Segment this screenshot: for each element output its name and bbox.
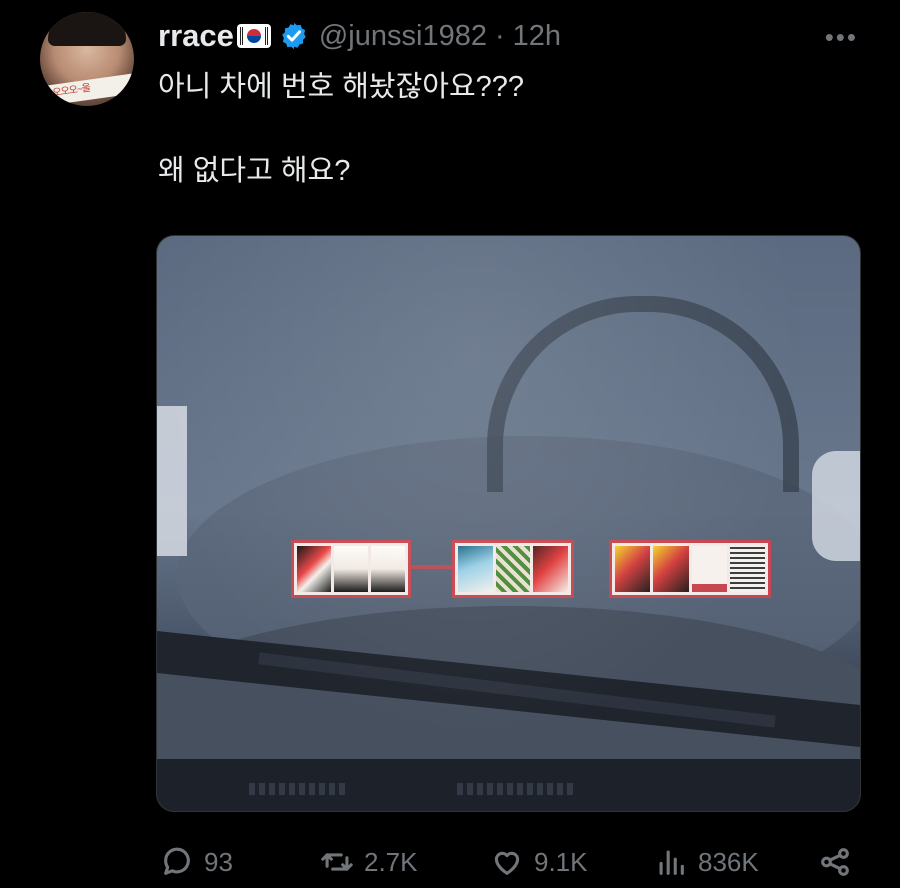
heart-icon <box>494 851 520 875</box>
tweet-photo[interactable] <box>156 235 861 812</box>
photo-glass-reflection <box>157 236 860 811</box>
share-icon <box>821 848 849 876</box>
reply-count: 93 <box>204 846 233 877</box>
share-button[interactable] <box>818 842 852 882</box>
tweet-header: rrace @junssi1982 · 12h <box>158 16 561 56</box>
avatar[interactable]: 오오오오~올 <box>40 12 134 106</box>
like-count: 9.1K <box>534 846 588 877</box>
tweet-line-1: 아니 차에 번호 해놨잖아요??? <box>158 71 525 103</box>
tweet-text: 아니 차에 번호 해놨잖아요??? 왜 없다고 해요? <box>158 66 858 192</box>
tweet-timestamp[interactable]: 12h <box>513 20 561 53</box>
avatar-hair <box>48 12 126 46</box>
views-count: 836K <box>698 846 759 877</box>
korea-flag-icon <box>236 24 271 48</box>
tweet-line-2: 왜 없다고 해요? <box>158 155 351 187</box>
more-options-icon[interactable]: ••• <box>825 22 858 53</box>
user-handle[interactable]: @junssi1982 <box>319 20 487 53</box>
retweet-icon <box>321 853 353 871</box>
reply-button[interactable]: 93 <box>160 842 233 882</box>
verified-badge-icon <box>282 22 306 50</box>
tweet-line-gap <box>158 108 858 150</box>
retweet-button[interactable]: 2.7K <box>320 842 418 882</box>
user-display-name[interactable]: rrace <box>158 18 234 54</box>
reply-icon <box>164 847 190 875</box>
header-separator: · <box>494 19 505 52</box>
action-bar: 93 2.7K 9.1K 836K <box>158 842 858 882</box>
views-icon <box>659 850 684 875</box>
views-button[interactable]: 836K <box>654 842 759 882</box>
like-button[interactable]: 9.1K <box>490 842 588 882</box>
retweet-count: 2.7K <box>364 846 418 877</box>
